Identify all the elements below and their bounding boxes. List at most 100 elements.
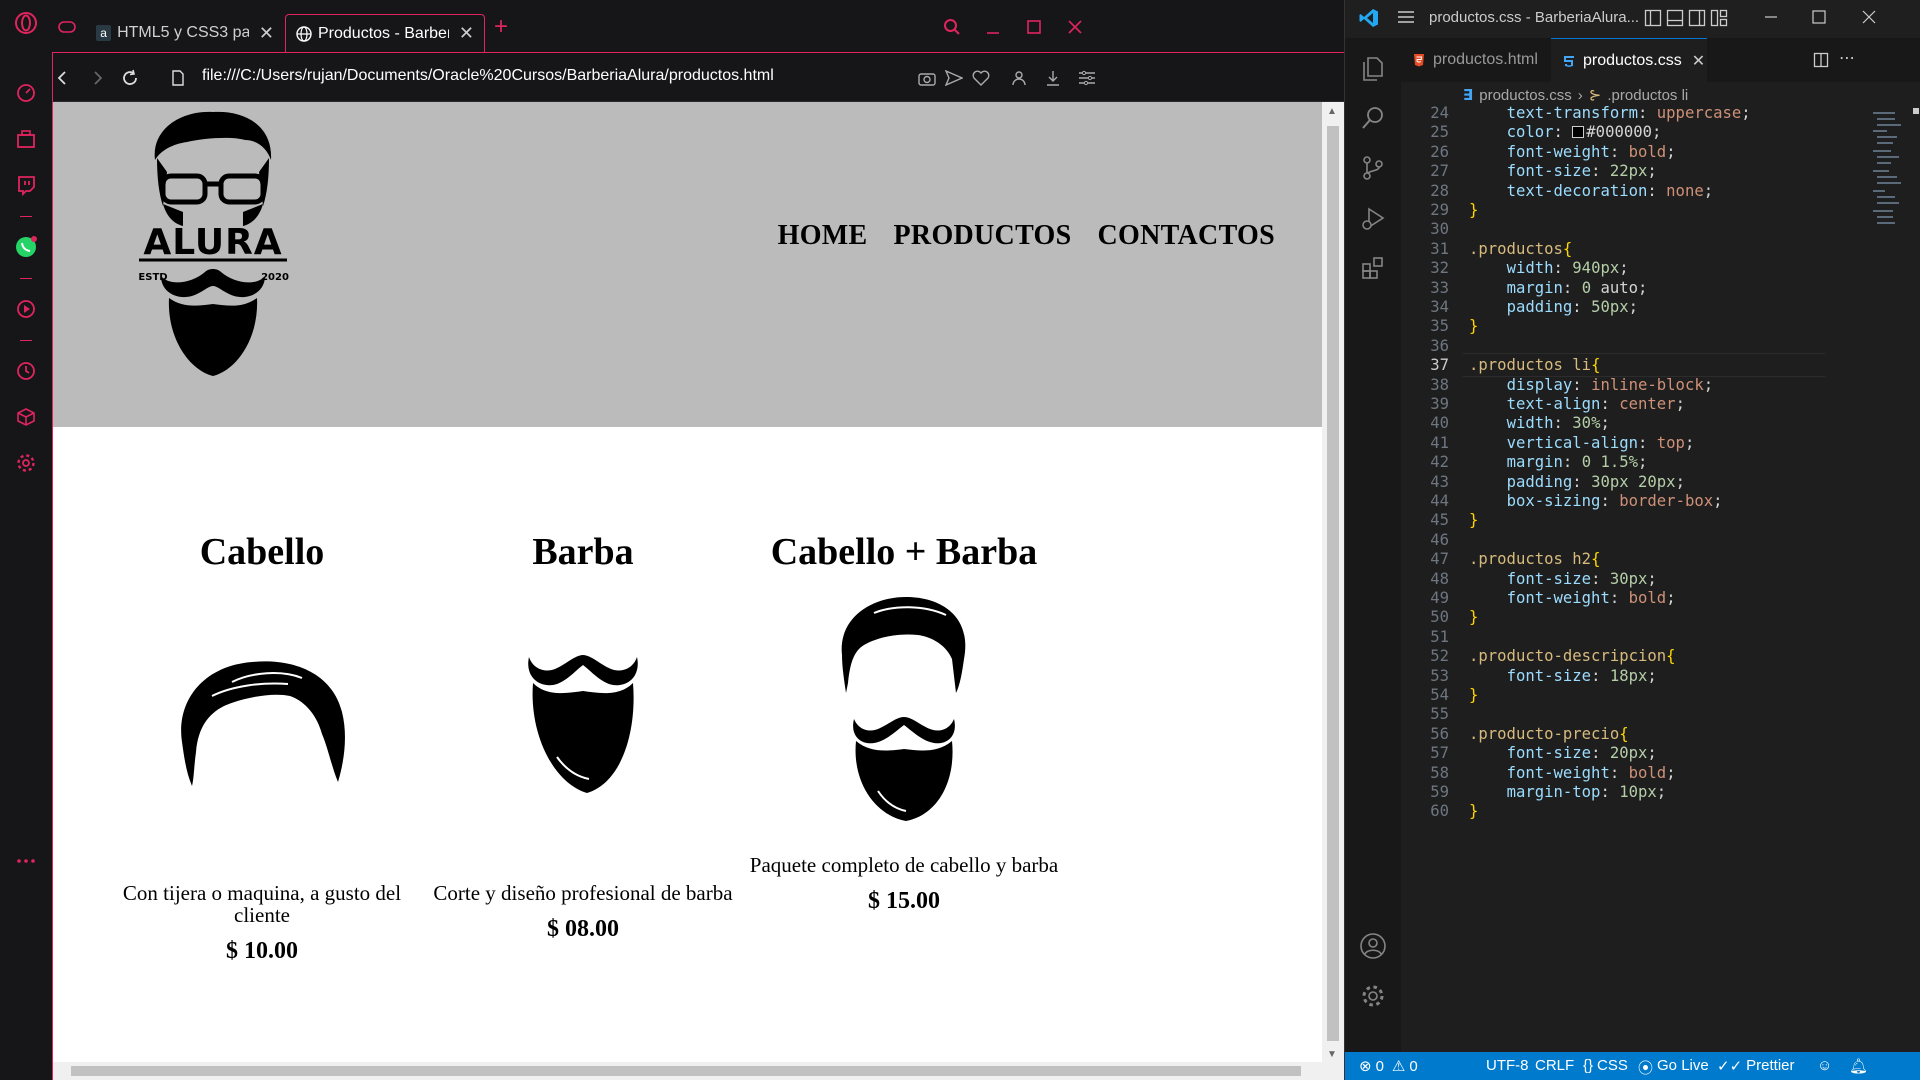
player-icon[interactable]: [13, 296, 39, 322]
line-number: 49: [1430, 589, 1449, 607]
product-description: Con tijera o maquina, a gusto del client…: [122, 881, 402, 927]
settings-gear-icon[interactable]: [13, 450, 39, 476]
more-actions-icon[interactable]: ⋯: [1839, 48, 1855, 68]
line-number: 40: [1430, 414, 1449, 433]
nav-contactos-link[interactable]: CONTACTOS: [1098, 220, 1275, 252]
speed-dial-icon[interactable]: [13, 80, 39, 106]
scroll-up-arrow-icon[interactable]: ▲: [1327, 106, 1337, 117]
nav-productos-link[interactable]: PRODUCTOS: [894, 220, 1072, 252]
line-number: 42: [1430, 453, 1449, 472]
toggle-sidebar-icon[interactable]: [1644, 9, 1662, 31]
problems-indicator[interactable]: ⊗ 0 ⚠ 0: [1359, 1057, 1418, 1076]
easy-setup-icon[interactable]: [1075, 66, 1099, 90]
tab-html5-course[interactable]: a HTML5 y CSS3 parte 2: Pos ✕: [86, 14, 284, 52]
url-field[interactable]: file:///C:/Users/rujan/Documents/Oracle%…: [202, 67, 774, 85]
profile-icon[interactable]: [1007, 66, 1031, 90]
line-number: 43: [1430, 472, 1449, 491]
tab-productos[interactable]: Productos - Barberia Alura ✕: [285, 14, 485, 52]
line-code: padding: 50px;: [1506, 298, 1639, 316]
alura-logo[interactable]: ALURA ESTD 2020: [133, 108, 293, 383]
tab-productos-css[interactable]: productos.css ✕: [1551, 38, 1707, 82]
line-number: 55: [1430, 705, 1449, 724]
extensions-cube-icon[interactable]: [13, 404, 39, 430]
tab-close-icon[interactable]: ✕: [1692, 51, 1705, 71]
twitch-icon[interactable]: [13, 172, 39, 198]
forward-button[interactable]: [84, 65, 110, 91]
workspaces-gamepad-icon[interactable]: [52, 12, 82, 42]
close-window-icon[interactable]: [1060, 12, 1090, 42]
reload-button[interactable]: [117, 65, 143, 91]
logo-year: 2020: [261, 272, 289, 283]
line-number: 57: [1430, 744, 1449, 763]
scroll-down-arrow-icon[interactable]: ▼: [1327, 1049, 1337, 1060]
line-code: font-size: 20px;: [1506, 744, 1657, 763]
horizontal-scrollbar[interactable]: [53, 1062, 1344, 1080]
download-icon[interactable]: [1041, 66, 1065, 90]
overview-ruler-marker: [1913, 108, 1919, 114]
vertical-scroll-thumb[interactable]: [1327, 126, 1339, 1041]
line-code: .producto-descripcion{: [1469, 647, 1676, 666]
tab-bar: a HTML5 y CSS3 parte 2: Pos ✕ Productos …: [52, 0, 1344, 52]
extensions-icon[interactable]: [1357, 252, 1389, 284]
window-title: productos.css - BarberiaAlura...: [1429, 9, 1640, 26]
opera-logo-icon[interactable]: [13, 10, 39, 36]
encoding-indicator[interactable]: UTF-8: [1486, 1057, 1529, 1074]
code-editor[interactable]: 24 text-transform: uppercase; 25 color: #…: [1401, 104, 1920, 1052]
whatsapp-icon[interactable]: [13, 234, 39, 260]
line-code: color: #000000;: [1506, 123, 1662, 142]
nav-home-link[interactable]: HOME: [778, 220, 868, 252]
eol-indicator[interactable]: CRLF: [1535, 1057, 1574, 1074]
line-number: 35: [1430, 317, 1449, 336]
vs-maximize-icon[interactable]: [1811, 9, 1827, 29]
line-number: 39: [1430, 395, 1449, 413]
source-control-icon[interactable]: [1357, 152, 1389, 184]
search-icon[interactable]: [1357, 102, 1389, 134]
tab-close-icon[interactable]: ✕: [259, 23, 274, 44]
toggle-panel-icon[interactable]: [1666, 9, 1684, 31]
minimap[interactable]: [1873, 108, 1913, 238]
search-tabs-icon[interactable]: [937, 12, 967, 42]
minimize-icon[interactable]: [978, 12, 1008, 42]
more-options-icon[interactable]: [13, 848, 39, 874]
menu-hamburger-icon[interactable]: [1397, 9, 1415, 29]
new-tab-icon[interactable]: +: [486, 12, 516, 42]
go-live-button[interactable]: ⦿ Go Live: [1638, 1057, 1709, 1078]
line-code: width: 940px;: [1506, 259, 1629, 278]
customize-layout-icon[interactable]: [1710, 9, 1728, 31]
gx-corner-icon[interactable]: [13, 126, 39, 152]
toggle-secondary-sidebar-icon[interactable]: [1688, 9, 1706, 31]
tab-productos-html[interactable]: productos.html: [1401, 38, 1551, 82]
line-code: }: [1469, 201, 1479, 219]
line-number: 24: [1430, 104, 1449, 122]
bookmark-heart-icon[interactable]: [969, 66, 993, 90]
vs-minimize-icon[interactable]: [1763, 9, 1779, 29]
warning-count: 0: [1409, 1057, 1418, 1075]
line-number: 38: [1430, 375, 1449, 394]
code-line[interactable]: 60}: [1401, 799, 1920, 823]
prettier-button[interactable]: ✓✓ Prettier: [1717, 1057, 1795, 1075]
send-flow-icon[interactable]: [942, 66, 966, 90]
notifications-bell-icon[interactable]: 🔔︎: [1849, 1057, 1868, 1075]
logo-text: ALURA: [143, 222, 282, 263]
horizontal-scroll-thumb[interactable]: [71, 1066, 1301, 1076]
run-debug-icon[interactable]: [1357, 202, 1389, 234]
manage-gear-icon[interactable]: [1357, 980, 1389, 1012]
vs-close-icon[interactable]: [1861, 9, 1877, 29]
sidebar-separator: [20, 278, 32, 279]
explorer-files-icon[interactable]: [1357, 52, 1389, 84]
back-button[interactable]: [50, 65, 76, 91]
line-code: text-transform: uppercase;: [1506, 104, 1751, 122]
feedback-icon[interactable]: ☺: [1817, 1057, 1832, 1074]
snapshot-camera-icon[interactable]: [915, 66, 939, 90]
maximize-icon[interactable]: [1019, 12, 1049, 42]
language-mode[interactable]: {} CSS: [1583, 1057, 1628, 1074]
tab-close-icon[interactable]: ✕: [459, 23, 474, 44]
alura-favicon-icon: a: [96, 25, 112, 41]
vertical-scrollbar[interactable]: ▲ ▼: [1322, 102, 1344, 1062]
site-header: ALURA ESTD 2020 HOME PRODUCTOS CONTACTOS: [53, 102, 1323, 427]
line-code: font-size: 18px;: [1506, 666, 1657, 685]
history-icon[interactable]: [13, 358, 39, 384]
line-number: 45: [1430, 511, 1449, 530]
accounts-icon[interactable]: [1357, 930, 1389, 962]
split-editor-icon[interactable]: [1813, 52, 1829, 73]
